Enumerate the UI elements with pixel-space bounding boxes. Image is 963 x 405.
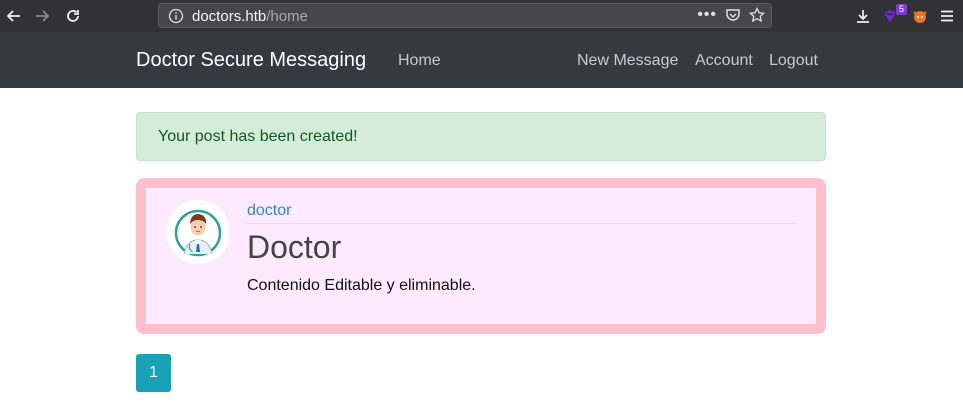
post-title: Doctor (247, 229, 342, 265)
page-actions-icon[interactable]: ••• (697, 7, 717, 23)
extension-button[interactable]: 5 (881, 4, 907, 25)
doctor-avatar-icon (168, 202, 228, 262)
forward-arrow-icon (36, 10, 50, 22)
address-bar[interactable]: doctors.htb/home ••• (158, 3, 772, 28)
back-arrow-icon (6, 10, 20, 22)
back-button[interactable] (2, 4, 26, 28)
bookmark-star-icon[interactable] (749, 7, 765, 23)
nav-new-message[interactable]: New Message (577, 52, 678, 70)
download-icon[interactable] (855, 8, 871, 24)
pagination-page-1[interactable]: 1 (136, 354, 171, 392)
info-icon[interactable] (168, 8, 184, 24)
url-path: /home (266, 8, 308, 25)
nav-account[interactable]: Account (695, 52, 753, 70)
post-content: Contenido Editable y eliminable. (247, 277, 476, 294)
extension-badge: 5 (895, 4, 907, 15)
nav-logout[interactable]: Logout (769, 52, 818, 70)
url-host: doctors.htb (192, 8, 267, 25)
reload-icon (67, 10, 79, 22)
post-card: doctor Doctor Contenido Editable y elimi… (136, 178, 826, 334)
brand-link[interactable]: Doctor Secure Messaging (136, 49, 366, 72)
pocket-icon[interactable] (725, 7, 741, 23)
nav-home[interactable]: Home (398, 52, 441, 70)
success-alert: Your post has been created! (136, 112, 826, 161)
post-author-link[interactable]: doctor (247, 202, 291, 220)
fox-extension-icon[interactable] (911, 7, 929, 25)
post-divider (247, 223, 797, 224)
url-text: doctors.htb/home (192, 8, 308, 25)
toolbar-right: 5 (855, 4, 955, 28)
browser-toolbar: doctors.htb/home ••• 5 (0, 0, 963, 32)
url-actions: ••• (697, 7, 765, 23)
avatar (166, 200, 230, 264)
forward-button[interactable] (30, 4, 54, 28)
menu-icon[interactable] (939, 8, 955, 24)
alert-message: Your post has been created! (158, 128, 358, 145)
reload-button[interactable] (61, 4, 85, 28)
site-navbar: Doctor Secure Messaging Home New Message… (0, 32, 963, 88)
